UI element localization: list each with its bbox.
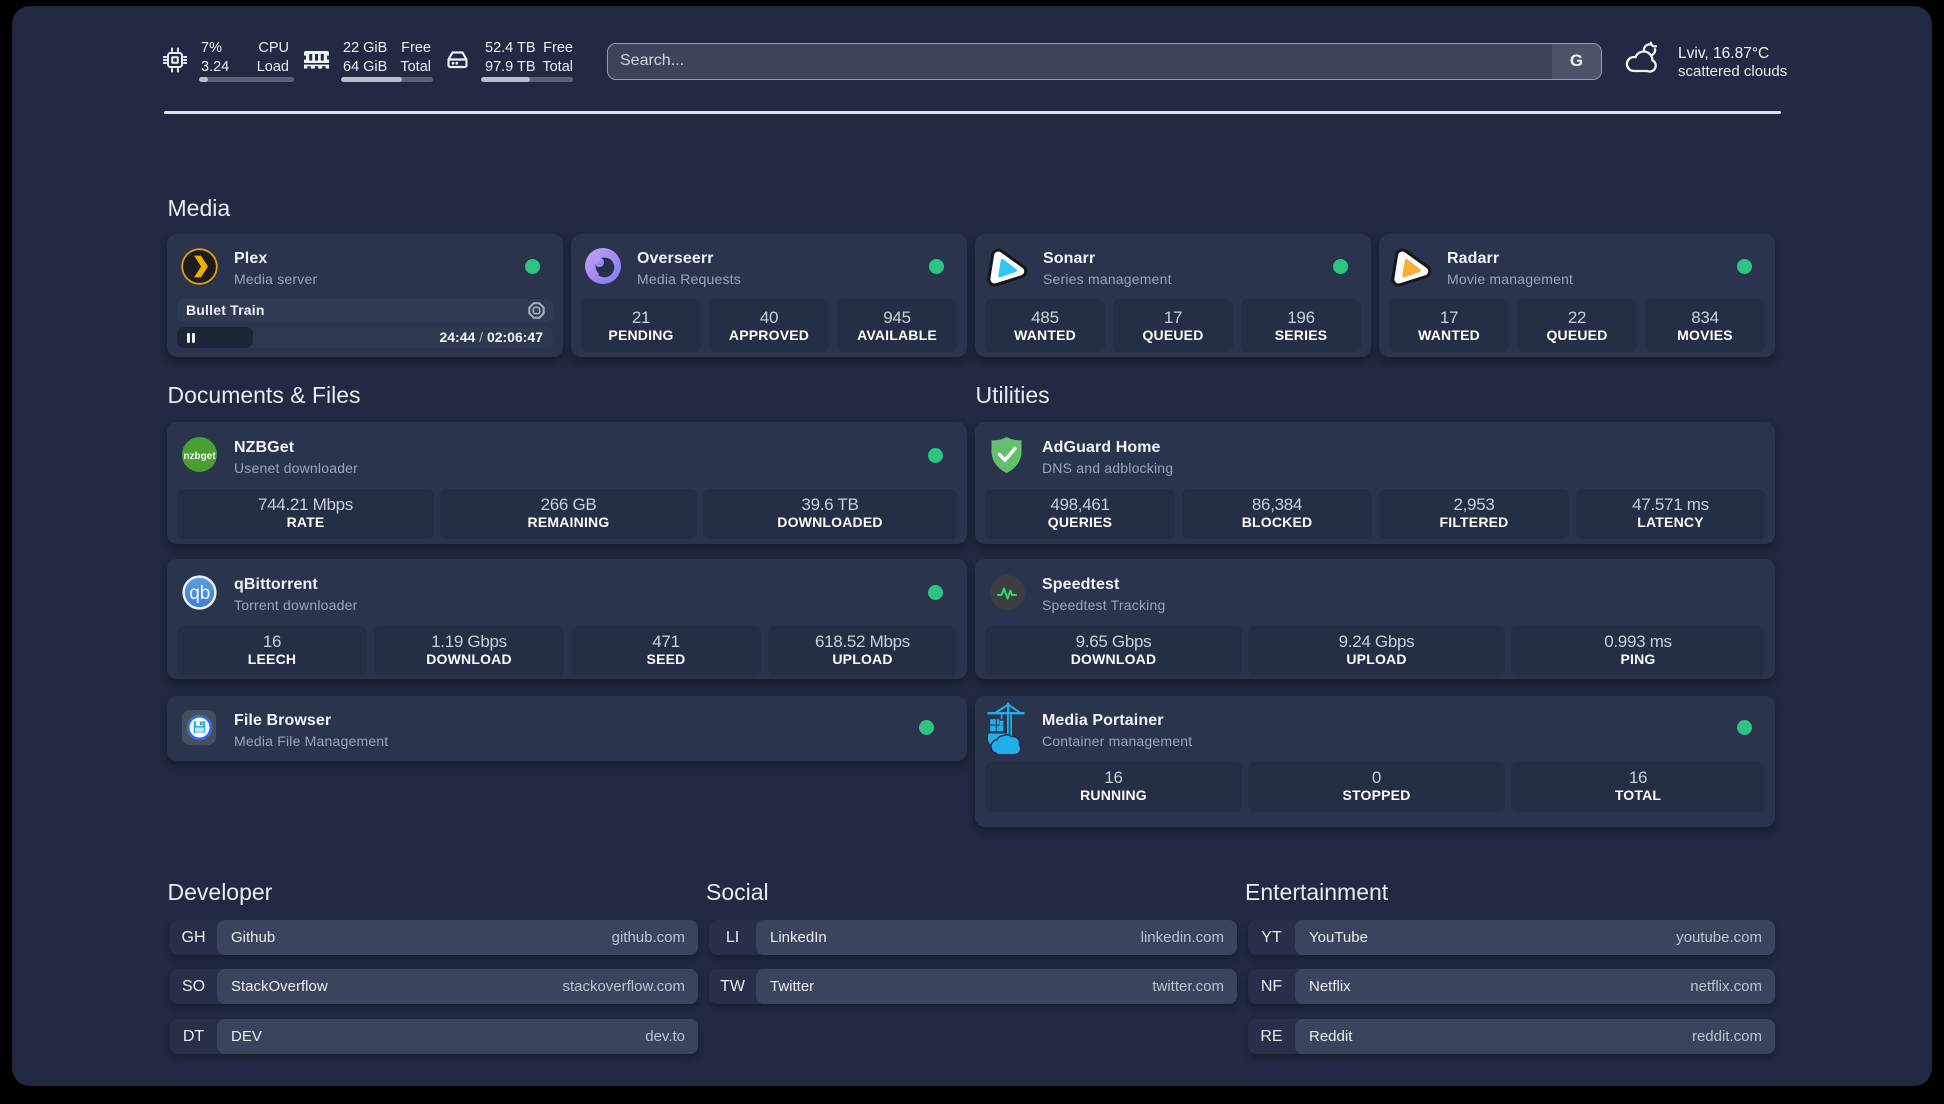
svg-text:nzbget: nzbget	[184, 450, 216, 462]
svg-text:qb: qb	[189, 583, 210, 604]
